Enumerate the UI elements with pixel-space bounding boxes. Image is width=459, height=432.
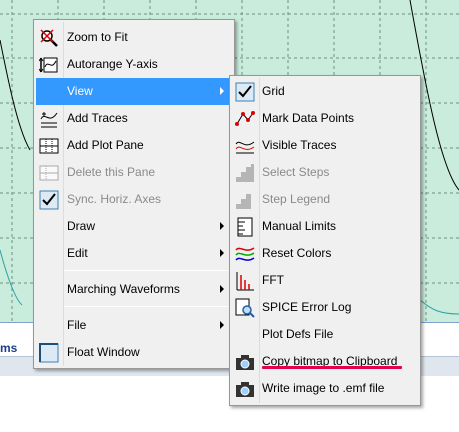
- menu-item-manual-limits[interactable]: Manual Limits: [232, 213, 418, 240]
- menu-item-file[interactable]: File: [36, 312, 232, 339]
- step-legend-icon: [236, 194, 251, 209]
- menu-item-copy-bitmap[interactable]: Copy bitmap to Clipboard: [232, 348, 418, 375]
- x-axis-unit-label: ms: [0, 341, 18, 355]
- submenu-arrow-icon: [220, 87, 224, 95]
- menu-item-mark-data-points[interactable]: Mark Data Points: [232, 105, 418, 132]
- menu-item-marching-waveforms[interactable]: Marching Waveforms: [36, 276, 232, 303]
- select-steps-icon: [236, 164, 254, 182]
- checkbox-unchecked-icon: [39, 343, 59, 363]
- menu-item-sync-horiz-axes[interactable]: Sync. Horiz. Axes: [36, 186, 232, 213]
- trace-1: [0, 39, 31, 151]
- reset-colors-icon: [235, 247, 255, 261]
- highlight-underline: [262, 366, 402, 369]
- trace-2: [0, 249, 23, 306]
- menu-item-fft[interactable]: FFT: [232, 267, 418, 294]
- menu-item-spice-error-log[interactable]: SPICE Error Log: [232, 294, 418, 321]
- menu-item-write-emf[interactable]: Write image to .emf file: [232, 375, 418, 402]
- add-plot-pane-icon: [39, 138, 59, 154]
- submenu-arrow-icon: [220, 249, 224, 257]
- menu-item-float-window[interactable]: Float Window: [36, 339, 232, 366]
- submenu-arrow-icon: [220, 222, 224, 230]
- menu-item-grid[interactable]: Grid: [232, 78, 418, 105]
- submenu-arrow-icon: [220, 285, 224, 293]
- menu-item-delete-pane[interactable]: Delete this Pane: [36, 159, 232, 186]
- menu-separator: [64, 270, 230, 271]
- menu-item-add-traces[interactable]: Add Traces: [36, 105, 232, 132]
- plot-context-menu: Zoom to Fit Autorange Y-axis View Add Tr…: [33, 19, 235, 369]
- menu-item-step-legend[interactable]: Step Legend: [232, 186, 418, 213]
- submenu-arrow-icon: [220, 321, 224, 329]
- menu-item-add-plot-pane[interactable]: Add Plot Pane: [36, 132, 232, 159]
- menu-item-edit[interactable]: Edit: [36, 240, 232, 267]
- mark-data-points-icon: [235, 111, 255, 126]
- delete-pane-icon: [39, 165, 59, 181]
- menu-item-autorange-y-axis[interactable]: Autorange Y-axis: [36, 51, 232, 78]
- menu-separator: [64, 306, 230, 307]
- camera-icon: [236, 382, 254, 397]
- zoom-to-fit-icon: [40, 29, 58, 47]
- menu-item-draw[interactable]: Draw: [36, 213, 232, 240]
- menu-item-zoom-to-fit[interactable]: Zoom to Fit: [36, 24, 232, 51]
- checkbox-checked-icon: [39, 190, 59, 210]
- menu-item-view[interactable]: View: [36, 78, 232, 105]
- view-submenu: Grid Mark Data Points Visible Traces Sel…: [229, 75, 421, 406]
- spice-error-log-icon: [235, 298, 255, 318]
- menu-item-visible-traces[interactable]: Visible Traces: [232, 132, 418, 159]
- add-traces-icon: [40, 112, 58, 128]
- menu-item-plot-defs-file[interactable]: Plot Defs File: [232, 321, 418, 348]
- manual-limits-icon: [237, 217, 253, 237]
- camera-icon: [236, 355, 254, 370]
- fft-icon: [236, 272, 254, 291]
- autorange-icon: [39, 57, 58, 73]
- checkbox-checked-icon: [235, 82, 255, 102]
- visible-traces-icon: [235, 141, 255, 154]
- menu-item-select-steps[interactable]: Select Steps: [232, 159, 418, 186]
- menu-item-reset-colors[interactable]: Reset Colors: [232, 240, 418, 267]
